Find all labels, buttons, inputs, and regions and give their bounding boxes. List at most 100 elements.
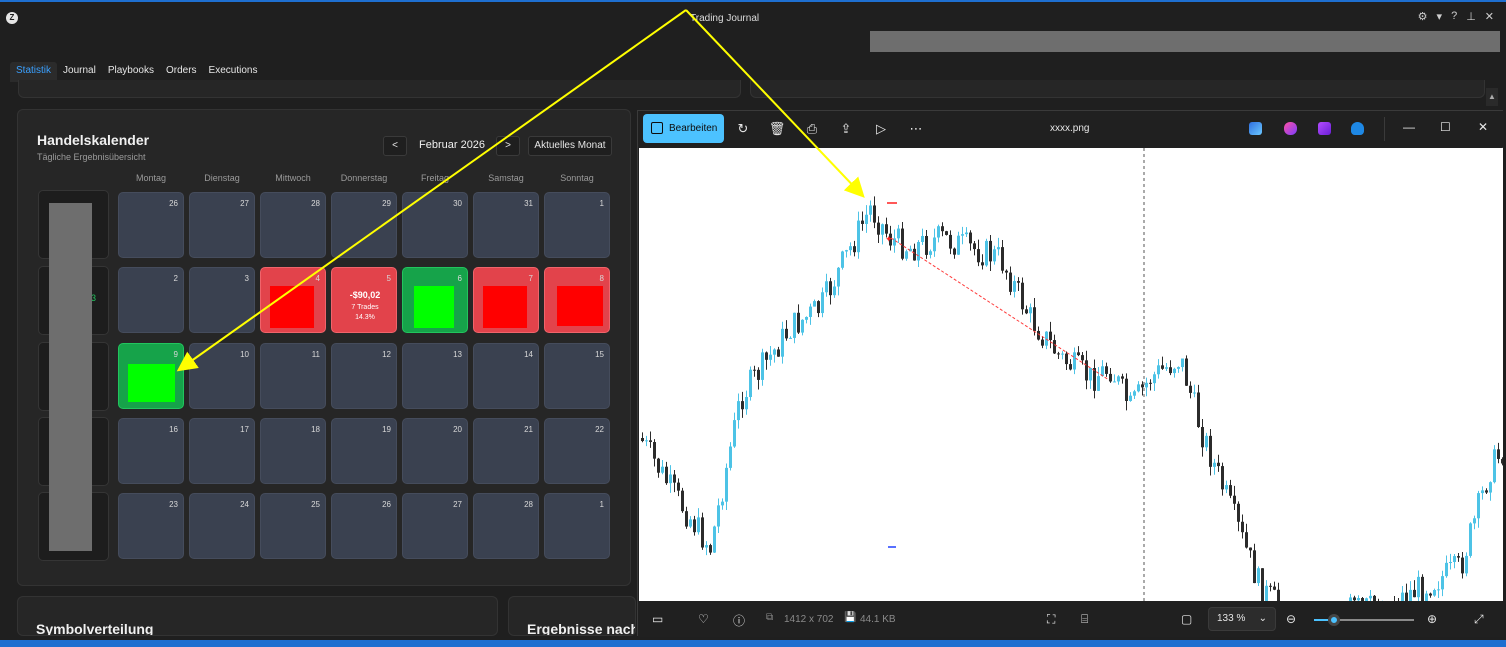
zoom-slider-thumb[interactable] [1328, 614, 1340, 626]
calendar-day-cell[interactable]: 26 [118, 192, 184, 258]
settings-gear-icon[interactable]: ⚙ [1418, 10, 1428, 23]
day-number: 17 [240, 425, 249, 434]
day-trades: 7 Trades [351, 304, 379, 311]
calendar-day-cell[interactable]: 23 [118, 493, 184, 559]
help-icon[interactable]: ? [1451, 10, 1457, 23]
fit-to-window-icon[interactable]: ▢ [1181, 612, 1192, 626]
scan-text-icon[interactable]: ⌸ [1081, 612, 1088, 627]
more-options-icon[interactable]: ⋯ [906, 119, 926, 139]
candle-body [725, 467, 728, 502]
calendar-day-cell[interactable]: 3 [189, 267, 255, 333]
pin-icon[interactable]: ⊥ [1466, 10, 1476, 23]
share-icon[interactable]: ⇪ [836, 119, 856, 139]
candle-body [685, 511, 688, 527]
next-month-button[interactable]: > [496, 136, 520, 156]
calendar-day-cell[interactable]: 9 [118, 343, 184, 409]
candle-body [1149, 382, 1152, 384]
calendar-day-cell[interactable]: 18 [260, 418, 326, 484]
calendar-day-cell[interactable]: 7 [473, 267, 539, 333]
calendar-day-cell[interactable]: 14 [473, 343, 539, 409]
viewed-image-candlestick-chart[interactable]: ✦ [639, 148, 1503, 601]
calendar-day-cell[interactable]: 30 [402, 192, 468, 258]
rotate-icon[interactable]: ↻ [733, 119, 753, 139]
edit-button[interactable]: Bearbeiten [643, 114, 724, 143]
day-number: 26 [169, 199, 178, 208]
close-icon[interactable]: ✕ [1485, 10, 1494, 23]
favorite-heart-icon[interactable]: ♡ [698, 612, 709, 626]
print-icon[interactable]: ⎙ [802, 119, 822, 139]
designer-app-icon[interactable] [1284, 122, 1297, 135]
calendar-day-cell[interactable]: 29 [331, 192, 397, 258]
calendar-day-cell[interactable]: 13 [402, 343, 468, 409]
calendar-subtitle: Tägliche Ergebnisübersicht [37, 152, 146, 162]
calendar-day-cell[interactable]: 6 [402, 267, 468, 333]
calendar-day-cell[interactable]: 25 [260, 493, 326, 559]
calendar-day-cell[interactable]: 1 [544, 493, 610, 559]
calendar-day-cell[interactable]: 12 [331, 343, 397, 409]
candle-body [693, 519, 696, 533]
calendar-day-cell[interactable]: 19 [331, 418, 397, 484]
candle-body [817, 301, 820, 314]
calendar-day-cell[interactable]: 2 [118, 267, 184, 333]
clipchamp-app-icon[interactable] [1318, 122, 1331, 135]
candle-body [997, 247, 1000, 250]
stats-card-top-right [750, 80, 1485, 98]
candle-body [897, 228, 900, 239]
filmstrip-icon[interactable]: ▭ [652, 612, 663, 626]
current-month-button[interactable]: Aktuelles Monat [528, 136, 612, 156]
calendar-day-cell[interactable]: 10 [189, 343, 255, 409]
candle-body [933, 237, 936, 252]
candle-body [869, 205, 872, 215]
candle-body [1105, 366, 1108, 374]
tab-journal[interactable]: Journal [57, 62, 102, 82]
candle-body [1481, 490, 1484, 494]
fullscreen-expand-icon[interactable]: ⤢ [1474, 612, 1484, 627]
calendar-day-cell[interactable]: 21 [473, 418, 539, 484]
calendar-day-cell[interactable]: 16 [118, 418, 184, 484]
calendar-day-cell[interactable]: 27 [189, 192, 255, 258]
calendar-day-cell[interactable]: 26 [331, 493, 397, 559]
tab-executions[interactable]: Executions [203, 62, 264, 82]
tab-playbooks[interactable]: Playbooks [102, 62, 160, 82]
calendar-day-cell[interactable]: 5 -$90,02 7 Trades 14.3% [331, 267, 397, 333]
maximize-icon[interactable]: ☐ [1440, 120, 1451, 134]
minimize-icon[interactable]: — [1403, 120, 1415, 134]
zoom-out-icon[interactable]: ⊖ [1286, 612, 1296, 626]
delete-trash-icon[interactable]: 🗑 [767, 119, 787, 139]
calendar-day-cell[interactable]: 4 [260, 267, 326, 333]
photo-editor-app-icon[interactable] [1249, 122, 1262, 135]
day-number: 3 [244, 274, 249, 283]
calendar-day-cell[interactable]: 17 [189, 418, 255, 484]
candle-body [1413, 589, 1416, 598]
calendar-day-cell[interactable]: 22 [544, 418, 610, 484]
tab-statistik[interactable]: Statistik [10, 62, 58, 82]
candle-body [1369, 595, 1372, 599]
zoom-in-icon[interactable]: ⊕ [1427, 612, 1437, 626]
candle-body [841, 251, 844, 268]
tab-orders[interactable]: Orders [160, 62, 203, 82]
calendar-day-cell[interactable]: 31 [473, 192, 539, 258]
weekday-label: Freitag [420, 173, 449, 183]
calendar-day-cell[interactable]: 27 [402, 493, 468, 559]
calendar-day-cell[interactable]: 15 [544, 343, 610, 409]
calendar-day-cell[interactable]: 1 [544, 192, 610, 258]
scroll-up-arrow-icon[interactable]: ▲ [1486, 88, 1498, 106]
calendar-day-cell[interactable]: 20 [402, 418, 468, 484]
candle-body [1069, 364, 1072, 370]
calendar-day-cell[interactable]: 28 [260, 192, 326, 258]
chevron-down-icon[interactable]: ▾ [1437, 10, 1443, 23]
candle-body [853, 246, 856, 253]
file-info-icon[interactable]: ⓘ [733, 612, 745, 629]
calendar-day-cell[interactable]: 28 [473, 493, 539, 559]
prev-month-button[interactable]: < [383, 136, 407, 156]
calendar-day-cell[interactable]: 24 [189, 493, 255, 559]
calendar-day-cell[interactable]: 11 [260, 343, 326, 409]
calendar-day-cell[interactable]: 8 [544, 267, 610, 333]
zoom-level-dropdown[interactable]: 133 % ⌄ [1208, 607, 1276, 631]
slideshow-play-icon[interactable]: ▷ [871, 119, 891, 139]
visual-search-icon[interactable]: ⛶ [1047, 612, 1055, 627]
candle-body [1189, 385, 1192, 393]
viewer-close-icon[interactable]: ✕ [1478, 120, 1488, 134]
win-marker [414, 286, 454, 328]
onedrive-cloud-icon[interactable] [1351, 122, 1364, 135]
